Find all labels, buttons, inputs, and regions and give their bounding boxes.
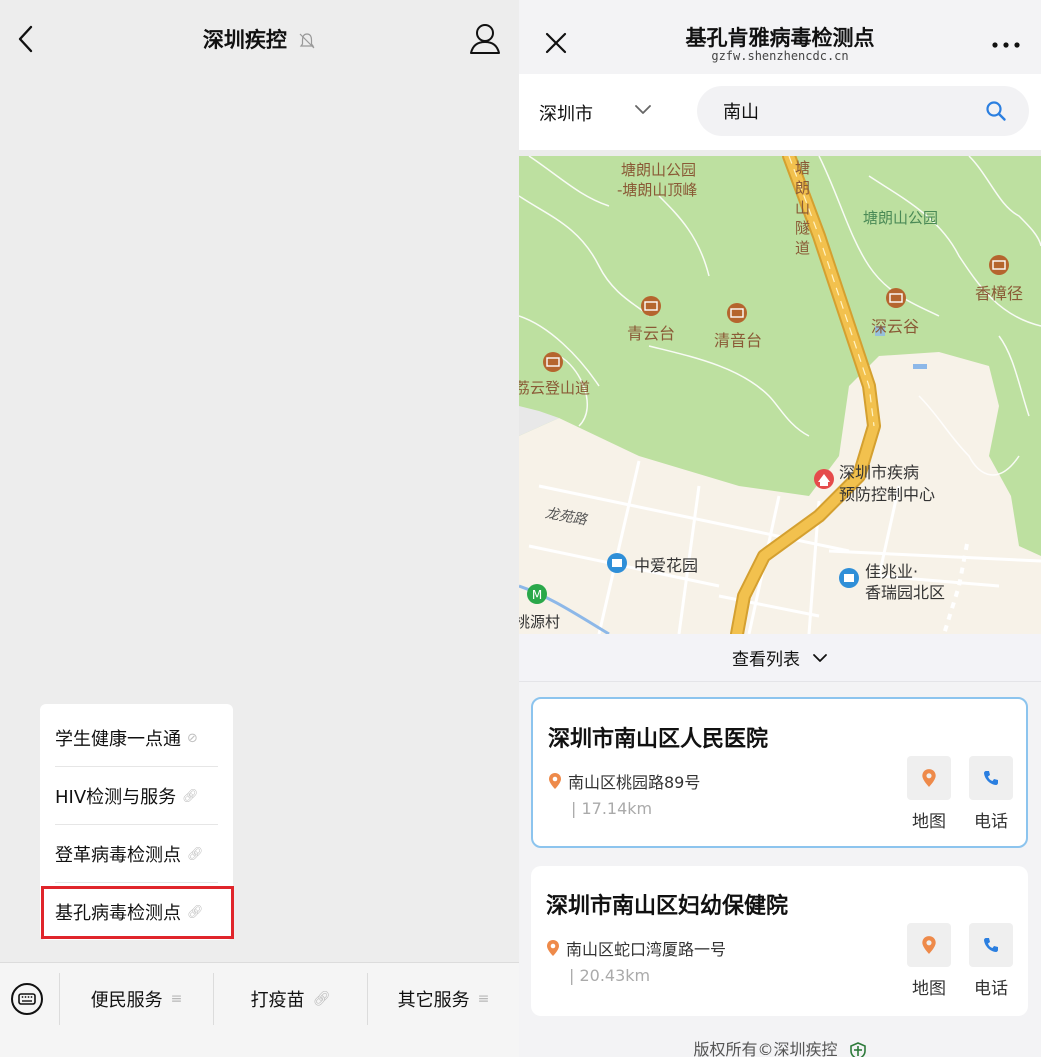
keyboard-icon[interactable] bbox=[10, 982, 44, 1016]
phone-button[interactable]: 电话 bbox=[968, 923, 1014, 999]
phone-icon bbox=[984, 771, 998, 785]
profile-icon[interactable] bbox=[468, 22, 502, 56]
miniprogram-icon: ⊘ bbox=[187, 730, 198, 746]
location-pin-icon bbox=[549, 773, 561, 789]
tunnel-char: 塘 bbox=[795, 159, 811, 177]
map-label: 中爱花园 bbox=[634, 556, 699, 575]
phone-icon bbox=[984, 938, 998, 952]
site-address: 南山区蛇口湾厦路一号 bbox=[566, 940, 727, 959]
bottom-menu-bar: 便民服务 ≡ 打疫苗 🔗︎ 其它服务 ≡ bbox=[0, 962, 519, 1057]
menu-item-label: HIV检测与服务 bbox=[55, 787, 177, 808]
menu-item-student-health[interactable]: 学生健康一点通 ⊘ bbox=[55, 709, 218, 767]
map-button-icon-box bbox=[907, 923, 951, 967]
site-name: 深圳市南山区妇幼保健院 bbox=[546, 894, 789, 919]
map-label: -塘朗山顶峰 bbox=[617, 181, 698, 199]
site-name: 深圳市南山区人民医院 bbox=[548, 727, 769, 752]
map-label: 预防控制中心 bbox=[839, 485, 936, 504]
site-address: 南山区桃园路89号 bbox=[568, 773, 701, 792]
link-icon: 🔗︎ bbox=[187, 846, 204, 862]
tab-label: 便民服务 bbox=[90, 990, 163, 1011]
phone-button-icon-box bbox=[969, 756, 1013, 800]
link-icon: 🔗︎ bbox=[312, 991, 331, 1007]
cdc-logo-icon bbox=[849, 1041, 866, 1057]
menu-item-dengue-testing[interactable]: 登革病毒检测点 🔗︎ bbox=[55, 825, 218, 883]
menu-item-hiv-testing[interactable]: HIV检测与服务 🔗︎ bbox=[55, 767, 218, 825]
city-selector[interactable]: 深圳市 bbox=[539, 100, 593, 126]
service-menu-popup: 学生健康一点通 ⊘ HIV检测与服务 🔗︎ 登革病毒检测点 🔗︎ 基孔病毒检测点… bbox=[40, 704, 234, 940]
tab-label: 打疫苗 bbox=[250, 990, 305, 1011]
map-label: 深圳市疾病 bbox=[839, 463, 920, 482]
more-options-icon[interactable] bbox=[989, 38, 1023, 52]
map-label-tunnel: 塘 朗 山 隧 道 bbox=[795, 158, 811, 258]
site-card[interactable]: 深圳市南山区妇幼保健院 南山区蛇口湾厦路一号 | 20.43km 地图 电话 bbox=[531, 866, 1028, 1016]
map-button-label: 地图 bbox=[912, 979, 946, 999]
highlight-box bbox=[41, 886, 234, 939]
location-pin-icon bbox=[922, 936, 936, 954]
muted-bell-icon bbox=[299, 33, 315, 49]
map-label: 香瑞园北区 bbox=[865, 583, 946, 602]
copyright-text: 版权所有©深圳疾控 bbox=[693, 1040, 838, 1057]
map-button-icon-box bbox=[907, 756, 951, 800]
tunnel-char: 道 bbox=[795, 239, 811, 257]
site-address-row: 南山区蛇口湾厦路一号 bbox=[546, 936, 726, 960]
site-card[interactable]: 深圳市南山区人民医院 南山区桃园路89号 | 17.14km 地图 电话 bbox=[531, 697, 1028, 848]
svg-text:M: M bbox=[532, 588, 542, 602]
page-title: 基孔肯雅病毒检测点 bbox=[685, 26, 875, 50]
site-address-row: 南山区桃园路89号 bbox=[548, 769, 700, 793]
map-button-label: 地图 bbox=[912, 812, 946, 832]
phone-button-label: 电话 bbox=[974, 812, 1008, 832]
map-label: 青云台 bbox=[627, 324, 676, 343]
map-button[interactable]: 地图 bbox=[906, 756, 952, 832]
chevron-down-icon bbox=[813, 653, 827, 662]
map-canvas: M bbox=[519, 156, 1041, 634]
map-label: 塘朗山公园 bbox=[621, 161, 697, 179]
map-button[interactable]: 地图 bbox=[906, 923, 952, 999]
location-pin-icon bbox=[547, 940, 559, 956]
top-nav-bar: 深圳疾控 bbox=[0, 0, 519, 78]
map-label: 荔云登山道 bbox=[519, 379, 591, 397]
map-label: 香樟径 bbox=[975, 284, 1024, 303]
menu-lines-icon: ≡ bbox=[170, 991, 183, 1007]
search-icon[interactable] bbox=[985, 100, 1007, 122]
view-list-label: 查看列表 bbox=[732, 650, 800, 670]
account-title-wrap: 深圳疾控 bbox=[0, 24, 519, 54]
phone-button-icon-box bbox=[969, 923, 1013, 967]
wechat-official-account-panel: 深圳疾控 学生健康一点通 ⊘ HIV检测与服务 🔗︎ 登革病毒检测点 🔗︎ 基孔… bbox=[0, 0, 519, 1057]
tab-other-services[interactable]: 其它服务 ≡ bbox=[368, 983, 519, 1015]
location-pin-icon bbox=[922, 769, 936, 787]
search-bar: 深圳市 bbox=[519, 74, 1041, 150]
webview-header: 基孔肯雅病毒检测点 gzfw.shenzhencdc.cn bbox=[519, 0, 1041, 74]
map-label: 塘朗山公园 bbox=[863, 209, 939, 227]
page-domain: gzfw.shenzhencdc.cn bbox=[711, 49, 849, 63]
map-label: 清音台 bbox=[714, 331, 763, 350]
link-icon: 🔗︎ bbox=[182, 788, 199, 804]
site-distance: | 20.43km bbox=[569, 966, 651, 985]
tunnel-char: 朗 bbox=[795, 179, 811, 197]
map-label: 深云谷 bbox=[871, 317, 920, 336]
menu-lines-icon: ≡ bbox=[477, 991, 490, 1007]
tab-convenience-services[interactable]: 便民服务 ≡ bbox=[60, 983, 213, 1015]
testing-sites-webview: 基孔肯雅病毒检测点 gzfw.shenzhencdc.cn 深圳市 南山 M 塘… bbox=[519, 0, 1041, 1057]
phone-button[interactable]: 电话 bbox=[968, 756, 1014, 832]
map-view[interactable]: M 塘朗山公园 -塘朗山顶峰 塘 朗 山 隧 道 塘朗山公园 香樟径 青云台 清… bbox=[519, 156, 1041, 634]
tunnel-char: 隧 bbox=[795, 219, 811, 237]
account-title: 深圳疾控 bbox=[202, 28, 287, 52]
phone-button-label: 电话 bbox=[974, 979, 1008, 999]
tunnel-char: 山 bbox=[795, 199, 811, 217]
site-distance: | 17.14km bbox=[571, 799, 653, 818]
tab-vaccination[interactable]: 打疫苗 🔗︎ bbox=[214, 983, 367, 1015]
view-list-toggle[interactable]: 查看列表 bbox=[519, 634, 1041, 682]
tab-label: 其它服务 bbox=[397, 990, 470, 1011]
menu-item-label: 学生健康一点通 bbox=[55, 729, 181, 750]
chevron-down-icon[interactable] bbox=[633, 102, 653, 118]
search-input[interactable] bbox=[723, 96, 963, 126]
map-label: 桃源村 bbox=[519, 613, 561, 631]
menu-item-label: 登革病毒检测点 bbox=[55, 845, 181, 866]
copyright-footer: 版权所有©深圳疾控 bbox=[519, 1036, 1041, 1057]
search-box bbox=[697, 86, 1029, 136]
